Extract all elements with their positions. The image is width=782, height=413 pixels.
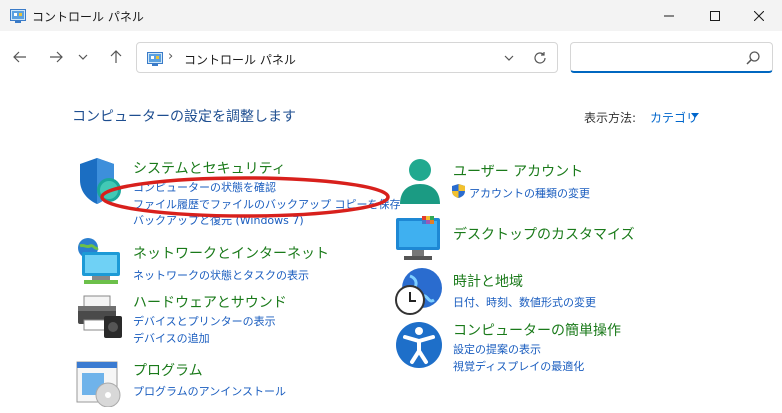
recent-locations-button[interactable]: [72, 43, 94, 71]
refresh-icon: [534, 52, 546, 64]
dropdown-arrow-icon[interactable]: [691, 113, 699, 119]
chevron-down-icon: [504, 55, 514, 61]
category-system-security[interactable]: システムとセキュリティ: [133, 158, 286, 178]
arrow-right-icon: [50, 51, 63, 63]
link-backup-restore[interactable]: バックアップと復元 (Windows 7): [133, 212, 304, 228]
shield-icon[interactable]: [76, 156, 126, 206]
close-button[interactable]: [736, 0, 782, 31]
link-change-date-time-format[interactable]: 日付、時刻、数値形式の変更: [453, 294, 596, 310]
minimize-icon: [664, 15, 674, 16]
close-icon: [754, 10, 764, 21]
desktop-icon[interactable]: [394, 214, 444, 264]
category-network-internet[interactable]: ネットワークとインターネット: [133, 243, 329, 263]
maximize-button[interactable]: [692, 0, 738, 31]
category-desktop-customization[interactable]: デスクトップのカスタマイズ: [453, 224, 635, 244]
link-file-history-backup[interactable]: ファイル履歴でファイルのバックアップ コピーを保存: [133, 196, 401, 212]
address-bar[interactable]: › コントロール パネル: [136, 42, 558, 73]
control-panel-icon: [147, 51, 163, 66]
view-by-label: 表示方法:: [584, 111, 637, 125]
refresh-button[interactable]: [531, 49, 549, 67]
navigation-bar: › コントロール パネル: [0, 31, 782, 86]
page-title: コンピューターの設定を調整します: [72, 109, 296, 125]
back-button[interactable]: [6, 43, 34, 71]
search-input[interactable]: [577, 48, 737, 66]
category-ease-of-access[interactable]: コンピューターの簡単操作: [453, 320, 621, 340]
link-add-device[interactable]: デバイスの追加: [133, 330, 210, 346]
link-change-account-type[interactable]: アカウントの種類の変更: [469, 185, 590, 201]
control-panel-icon: [10, 8, 26, 23]
category-programs[interactable]: プログラム: [133, 360, 203, 380]
chevron-down-icon: [78, 54, 88, 60]
network-icon[interactable]: [74, 236, 124, 286]
link-check-computer-status[interactable]: コンピューターの状態を確認: [133, 179, 276, 195]
category-hardware-sound[interactable]: ハードウェアとサウンド: [133, 292, 287, 312]
link-optimize-visual-display[interactable]: 視覚ディスプレイの最適化: [453, 358, 584, 374]
address-dropdown-button[interactable]: [501, 50, 517, 66]
window-title: コントロール パネル: [32, 10, 144, 24]
programs-icon[interactable]: [74, 357, 124, 407]
breadcrumb-separator[interactable]: ›: [168, 49, 173, 64]
arrow-left-icon: [13, 51, 26, 63]
search-icon[interactable]: [745, 50, 761, 66]
breadcrumb-control-panel[interactable]: コントロール パネル: [184, 51, 296, 68]
category-clock-region[interactable]: 時計と地域: [453, 271, 523, 291]
accessibility-icon[interactable]: [394, 320, 444, 370]
link-suggested-settings[interactable]: 設定の提案の表示: [453, 341, 541, 357]
forward-button[interactable]: [42, 43, 70, 71]
minimize-button[interactable]: [646, 0, 692, 31]
maximize-icon: [710, 10, 720, 21]
category-user-accounts[interactable]: ユーザー アカウント: [453, 161, 583, 181]
up-button[interactable]: [102, 43, 130, 71]
link-network-status[interactable]: ネットワークの状態とタスクの表示: [133, 267, 309, 283]
link-view-devices-printers[interactable]: デバイスとプリンターの表示: [133, 313, 276, 329]
arrow-up-icon: [110, 50, 122, 63]
title-bar: コントロール パネル: [0, 0, 782, 31]
user-icon[interactable]: [396, 156, 446, 206]
link-uninstall-program[interactable]: プログラムのアンインストール: [133, 383, 286, 399]
uac-shield-icon: [452, 184, 465, 198]
printer-icon[interactable]: [74, 292, 124, 342]
search-box[interactable]: [570, 42, 773, 73]
clock-globe-icon[interactable]: [394, 266, 444, 316]
